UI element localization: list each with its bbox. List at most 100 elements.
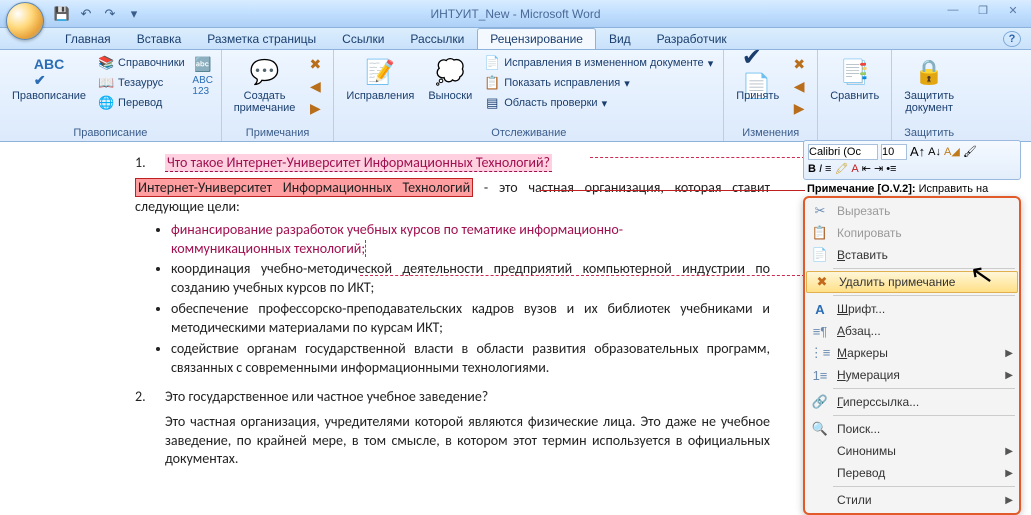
link-icon: 🔗: [809, 393, 831, 411]
research-button[interactable]: 📚Справочники: [96, 54, 187, 72]
cursor-icon: ↖: [967, 256, 996, 293]
bullets-icon: ⋮≡: [809, 344, 831, 362]
lock-icon: 🔒: [913, 56, 945, 88]
tab-review[interactable]: Рецензирование: [477, 28, 596, 49]
highlight-icon[interactable]: 🖍: [834, 162, 848, 175]
quick-access-toolbar: 💾 ↶ ↷ ▾: [52, 4, 144, 24]
delete-comment-icon[interactable]: ✖: [305, 54, 325, 74]
format-painter-icon[interactable]: 🖌: [963, 145, 977, 158]
connector-line: [590, 157, 805, 158]
group-label-protect: Защитить: [900, 125, 958, 141]
italic-icon[interactable]: I: [819, 163, 822, 175]
minimize-button[interactable]: —: [941, 2, 965, 18]
tab-references[interactable]: Ссылки: [329, 28, 397, 49]
compare-button[interactable]: 📑 Сравнить: [826, 54, 883, 104]
bold-icon[interactable]: B: [808, 163, 816, 175]
pane-icon: ▤: [484, 95, 500, 111]
grow-font-icon[interactable]: A↑: [910, 144, 925, 159]
indent-inc-icon[interactable]: ⇥: [874, 162, 883, 175]
tab-home[interactable]: Главная: [52, 28, 124, 49]
blank-icon: [809, 442, 831, 460]
next-change-icon[interactable]: ▶: [789, 98, 809, 118]
translate-button[interactable]: 🌐Перевод: [96, 94, 187, 112]
ctx-styles[interactable]: Стили▶: [805, 489, 1019, 511]
thesaurus-button[interactable]: 📖Тезаурус: [96, 74, 187, 92]
font-size-input[interactable]: [881, 144, 907, 160]
reviewing-pane-button[interactable]: ▤Область проверки ▾: [482, 94, 715, 112]
body-text: Это частная организация, учредителями ко…: [165, 413, 770, 470]
indent-dec-icon[interactable]: ⇤: [862, 162, 871, 175]
title-bar: 💾 ↶ ↷ ▾ ИНТУИТ_New - Microsoft Word — ❐ …: [0, 0, 1031, 28]
tab-developer[interactable]: Разработчик: [644, 28, 740, 49]
spelling-button[interactable]: ABC✔ Правописание: [8, 54, 90, 104]
ctx-synonyms[interactable]: Синонимы▶: [805, 440, 1019, 462]
group-label-changes: Изменения: [732, 125, 809, 141]
help-button[interactable]: ?: [1003, 31, 1021, 47]
new-comment-button[interactable]: 💬 Создать примечание: [230, 54, 300, 116]
wordcount-icon[interactable]: ABC123: [193, 76, 213, 96]
track-changes-button[interactable]: 📝 Исправления: [342, 54, 418, 104]
tab-mailings[interactable]: Рассылки: [397, 28, 477, 49]
office-button[interactable]: [6, 2, 44, 40]
tab-insert[interactable]: Вставка: [124, 28, 195, 49]
ctx-bullets[interactable]: ⋮≡Маркеры▶: [805, 342, 1019, 364]
shrink-font-icon[interactable]: A↓: [928, 146, 941, 158]
reject-icon[interactable]: ✖: [789, 54, 809, 74]
ribbon-tabs: Главная Вставка Разметка страницы Ссылки…: [0, 28, 1031, 50]
accept-button[interactable]: ✔📄 Принять: [732, 54, 783, 104]
balloon-icon: 💭: [434, 56, 466, 88]
comment-new-icon: 💬: [249, 56, 281, 88]
blank-icon: [809, 491, 831, 509]
book-open-icon: 📖: [98, 75, 114, 91]
group-protect: 🔒 Защитить документ Защитить: [892, 50, 966, 141]
copy-icon: 📋: [809, 224, 831, 242]
protect-button[interactable]: 🔒 Защитить документ: [900, 54, 958, 116]
ctx-paragraph[interactable]: ≡¶Абзац...: [805, 320, 1019, 342]
ctx-copy[interactable]: 📋Копировать: [805, 222, 1019, 244]
ctx-cut[interactable]: ✂Вырезать: [805, 200, 1019, 222]
markup-icon: 📋: [484, 75, 500, 91]
tab-pagelayout[interactable]: Разметка страницы: [194, 28, 329, 49]
page-content[interactable]: 1. Что такое Интернет-Университет Информ…: [0, 142, 800, 485]
list-item: координация учебно-методической деятельн…: [171, 260, 770, 298]
ctx-separator: [833, 415, 1015, 416]
font-color-icon[interactable]: A: [851, 163, 858, 175]
lang-icon[interactable]: 🔤: [193, 54, 213, 74]
comment-header: Примечание [O.V.2]: Исправить на: [803, 182, 1021, 196]
body-text: Это государственное или частное учебное …: [165, 388, 488, 407]
qat-dropdown-icon[interactable]: ▾: [124, 4, 144, 24]
styles-icon[interactable]: A◢: [944, 145, 960, 158]
ctx-translate[interactable]: Перевод▶: [805, 462, 1019, 484]
tab-view[interactable]: Вид: [596, 28, 644, 49]
paste-icon: 📄: [809, 246, 831, 264]
undo-icon[interactable]: ↶: [76, 4, 96, 24]
group-proofing: ABC✔ Правописание 📚Справочники 📖Тезаурус…: [0, 50, 222, 141]
save-icon[interactable]: 💾: [52, 4, 72, 24]
list-item: содействие органам государственной власт…: [171, 340, 770, 378]
group-label-tracking: Отслеживание: [342, 125, 715, 141]
track-icon: 📝: [364, 56, 396, 88]
comment-highlight[interactable]: Что такое Интернет-Университет Информаци…: [165, 154, 552, 172]
close-button[interactable]: ✕: [1001, 2, 1025, 18]
align-center-icon[interactable]: ≡: [825, 163, 831, 175]
ctx-font[interactable]: AШрифт...: [805, 298, 1019, 320]
prev-comment-icon[interactable]: ◀: [305, 76, 325, 96]
ctx-separator: [833, 295, 1015, 296]
prev-change-icon[interactable]: ◀: [789, 76, 809, 96]
maximize-button[interactable]: ❐: [971, 2, 995, 18]
next-comment-icon[interactable]: ▶: [305, 98, 325, 118]
doc-icon: 📄: [484, 55, 500, 71]
group-comments: 💬 Создать примечание ✖ ◀ ▶ Примечания: [222, 50, 335, 141]
ctx-lookup[interactable]: 🔍Поиск...: [805, 418, 1019, 440]
font-name-input[interactable]: [808, 144, 878, 160]
redo-icon[interactable]: ↷: [100, 4, 120, 24]
bullets-icon[interactable]: •≡: [886, 163, 896, 175]
show-markup-button[interactable]: 📋Показать исправления ▾: [482, 74, 715, 92]
globe-icon: 🌐: [98, 95, 114, 111]
ctx-hyperlink[interactable]: 🔗Гиперссылка...: [805, 391, 1019, 413]
display-for-review-dropdown[interactable]: 📄Исправления в измененном документе ▾: [482, 54, 715, 72]
ctx-numbering[interactable]: 1≡Нумерация▶: [805, 364, 1019, 386]
balloons-button[interactable]: 💭 Выноски: [424, 54, 476, 104]
tracked-change-highlight[interactable]: Интернет-Университет Информационных Техн…: [135, 178, 473, 197]
ribbon: ABC✔ Правописание 📚Справочники 📖Тезаурус…: [0, 50, 1031, 142]
